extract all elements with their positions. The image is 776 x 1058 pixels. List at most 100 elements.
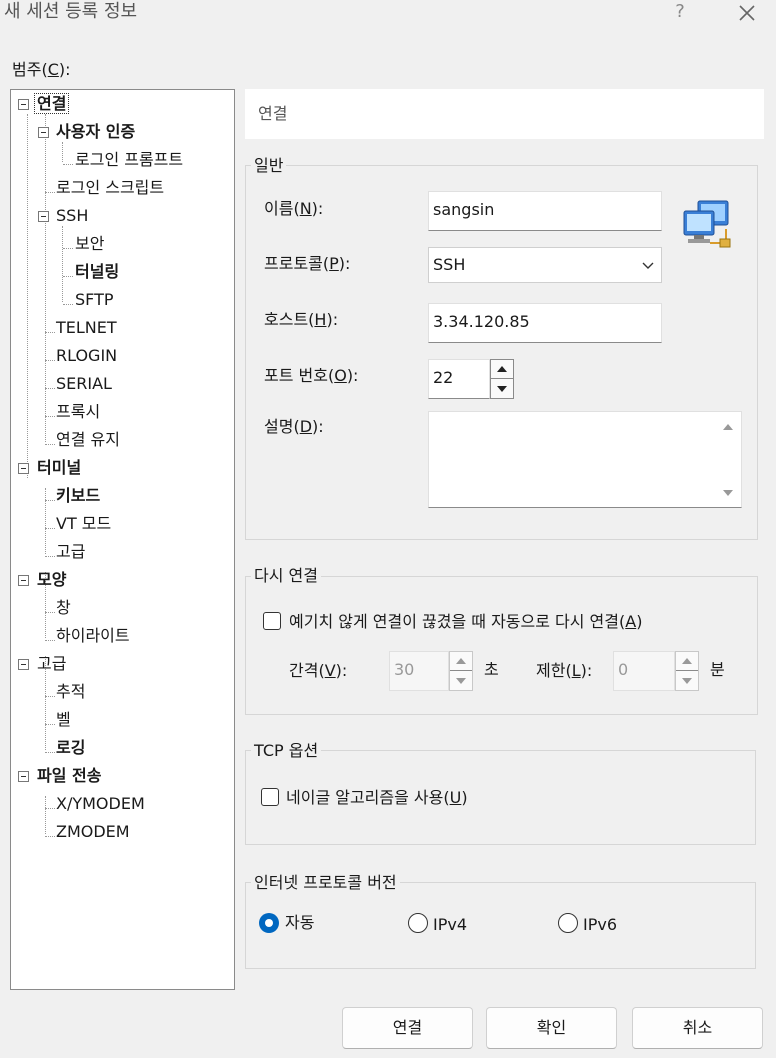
tree-item-login-script[interactable]: 로그인 스크립트: [56, 174, 164, 202]
collapse-icon[interactable]: [18, 575, 29, 586]
tree-item-label: X/YMODEM: [56, 794, 145, 813]
tree-item-terminal[interactable]: 터미널: [37, 454, 81, 482]
tree-item-appearance[interactable]: 모양: [37, 566, 66, 594]
tree-item-keyboard[interactable]: 키보드: [56, 482, 100, 510]
chevron-down-icon: [642, 262, 654, 269]
tree-item-window[interactable]: 창: [56, 594, 71, 622]
tree-item-sftp[interactable]: SFTP: [75, 286, 114, 314]
tree-item-label: 고급: [56, 542, 86, 561]
description-scrollbar[interactable]: [716, 415, 740, 505]
tree-item-highlight[interactable]: 하이라이트: [56, 622, 130, 650]
tree-item-label: 사용자 인증: [56, 122, 136, 141]
limit-up-button[interactable]: [676, 652, 698, 671]
tree-item-label: 터널링: [75, 262, 120, 281]
tree-item-zmodem[interactable]: ZMODEM: [56, 818, 130, 846]
name-label: 이름(N):: [264, 199, 324, 218]
collapse-icon[interactable]: [18, 771, 29, 782]
help-button[interactable]: ?: [668, 0, 692, 24]
collapse-icon[interactable]: [18, 659, 29, 670]
name-input[interactable]: sangsin: [428, 191, 662, 231]
tree-item-serial[interactable]: SERIAL: [56, 370, 112, 398]
interval-label: 간격(V):: [289, 661, 348, 680]
tree-item-label: SERIAL: [56, 374, 112, 393]
tree-item-bell[interactable]: 벨: [56, 706, 71, 734]
connect-button[interactable]: 연결: [342, 1007, 473, 1049]
tree-item-trace[interactable]: 추적: [56, 678, 85, 706]
auto-reconnect-checkbox[interactable]: [263, 612, 281, 630]
auto-reconnect-label[interactable]: 예기치 않게 연결이 끊겼을 때 자동으로 다시 연결(A): [289, 610, 642, 634]
ip-auto-radio[interactable]: [259, 913, 279, 933]
nagle-checkbox[interactable]: [261, 788, 279, 806]
nagle-label[interactable]: 네이글 알고리즘을 사용(U): [286, 786, 468, 810]
tree-item-terminal-advanced[interactable]: 고급: [56, 538, 85, 566]
ipv4-radio[interactable]: [408, 913, 428, 933]
protocol-select[interactable]: SSH: [428, 247, 662, 283]
limit-unit: 분: [710, 660, 725, 679]
protocol-value: SSH: [433, 255, 466, 274]
panel-header: 연결: [245, 89, 764, 139]
host-input[interactable]: 3.34.120.85: [428, 303, 662, 343]
description-label: 설명(D):: [264, 417, 324, 436]
tree-item-label: 보안: [75, 234, 105, 253]
cancel-button[interactable]: 취소: [632, 1007, 763, 1049]
tree-item-label: 벨: [56, 710, 71, 729]
collapse-icon[interactable]: [38, 127, 49, 138]
arrow-down-icon: [497, 385, 507, 392]
tree-item-tunneling[interactable]: 터널링: [75, 258, 119, 286]
ip-version-group: [245, 882, 756, 969]
limit-input[interactable]: 0: [613, 651, 675, 691]
arrow-up-icon: [682, 658, 692, 664]
ip-auto-label[interactable]: 자동: [285, 911, 314, 935]
tree-item-label: RLOGIN: [56, 346, 118, 365]
tree-item-label: 키보드: [56, 486, 101, 505]
arrow-up-icon: [456, 658, 466, 664]
scroll-down-icon: [723, 490, 733, 496]
tree-item-label: 로그인 프롬프트: [75, 150, 184, 169]
tree-item-label: VT 모드: [56, 514, 112, 533]
tree-item-telnet[interactable]: TELNET: [56, 314, 117, 342]
limit-down-button[interactable]: [676, 671, 698, 690]
tree-item-file-transfer[interactable]: 파일 전송: [37, 762, 101, 790]
tree-item-rlogin[interactable]: RLOGIN: [56, 342, 117, 370]
window-title: 새 세션 등록 정보: [4, 1, 138, 22]
ipv6-radio[interactable]: [558, 913, 578, 933]
limit-stepper[interactable]: [675, 651, 699, 691]
tree-item-login-prompt[interactable]: 로그인 프롬프트: [75, 146, 183, 174]
tree-item-label: SFTP: [75, 290, 114, 309]
port-input[interactable]: 22: [428, 359, 490, 399]
ipv4-label[interactable]: IPv4: [433, 913, 467, 937]
network-computer-icon: [682, 199, 734, 249]
ipv6-label[interactable]: IPv6: [583, 913, 617, 937]
category-label: 범주(C):: [12, 60, 71, 79]
tree-item-label: 연결 유지: [56, 430, 120, 449]
tree-item-label: 파일 전송: [37, 766, 102, 785]
description-textarea[interactable]: [428, 411, 742, 508]
reconnect-group: [245, 576, 758, 715]
tree-item-security[interactable]: 보안: [75, 230, 104, 258]
interval-up-button[interactable]: [450, 652, 472, 671]
interval-stepper[interactable]: [449, 651, 473, 691]
ok-button[interactable]: 확인: [486, 1007, 617, 1049]
category-tree[interactable]: 연결 사용자 인증 로그인 프롬프트 로그인 스크립트 SSH 보안 터널링 S…: [10, 89, 235, 990]
collapse-icon[interactable]: [18, 463, 29, 474]
host-label: 호스트(H):: [264, 310, 339, 329]
tree-item-xymodem[interactable]: X/YMODEM: [56, 790, 145, 818]
tree-item-ssh[interactable]: SSH: [56, 202, 88, 230]
tree-item-advanced[interactable]: 고급: [37, 650, 66, 678]
tree-item-vt-mode[interactable]: VT 모드: [56, 510, 111, 538]
tree-item-connection[interactable]: 연결: [34, 90, 70, 118]
tree-item-keepalive[interactable]: 연결 유지: [56, 426, 120, 454]
port-up-button[interactable]: [491, 360, 513, 379]
collapse-icon[interactable]: [18, 99, 29, 110]
protocol-label: 프로토콜(P):: [264, 254, 351, 273]
collapse-icon[interactable]: [38, 211, 49, 222]
interval-down-button[interactable]: [450, 671, 472, 690]
port-stepper[interactable]: [490, 359, 514, 399]
tree-item-user-auth[interactable]: 사용자 인증: [56, 118, 135, 146]
close-button[interactable]: [733, 0, 761, 27]
tree-item-proxy[interactable]: 프록시: [56, 398, 100, 426]
port-down-button[interactable]: [491, 379, 513, 398]
tree-item-label: 로깅: [56, 738, 86, 757]
interval-input[interactable]: 30: [389, 651, 449, 691]
tree-item-logging[interactable]: 로깅: [56, 734, 85, 762]
